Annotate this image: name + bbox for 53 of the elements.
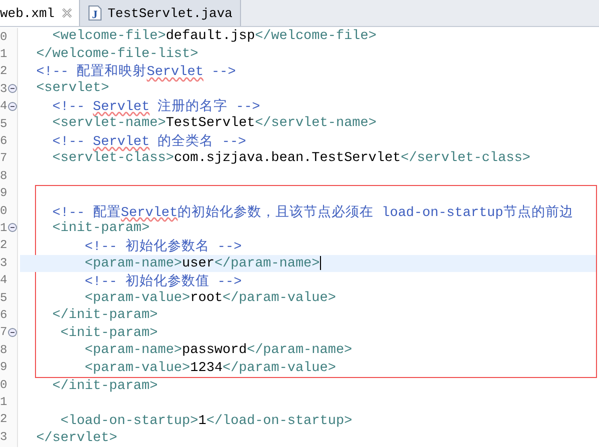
- line-number: 4: [0, 273, 8, 288]
- line-number: 1: [0, 47, 8, 62]
- close-icon[interactable]: [60, 7, 73, 19]
- code-line: <welcome-file>default.jsp</welcome-file>: [51, 29, 376, 44]
- line-number: 7: [0, 151, 8, 166]
- line-number: 1: [0, 220, 8, 235]
- collapse-icon[interactable]: [8, 102, 18, 111]
- line-number: 5: [0, 290, 8, 305]
- line-number: 7: [0, 325, 8, 340]
- code-line: </servlet>: [35, 431, 118, 446]
- line-number: 3: [0, 430, 8, 444]
- code-line: <init-param>: [51, 221, 150, 236]
- line-number: 0: [0, 378, 8, 392]
- code-line: <servlet>: [35, 81, 110, 96]
- code-line: <load-on-startup>1</load-on-startup>: [60, 414, 352, 429]
- editor-tab[interactable]: web.xml: [0, 0, 80, 26]
- collapse-icon[interactable]: [8, 84, 18, 94]
- code-line: <!-- 初始化参数名 -->: [84, 238, 242, 256]
- code-line: </welcome-file-list>: [35, 46, 198, 62]
- line-number: 6: [0, 308, 8, 322]
- line-number: 3: [0, 256, 8, 270]
- code-line: <servlet-class>com.sjzjava.bean.TestServlet</servlet-class>: [51, 150, 530, 166]
- line-number: 2: [0, 238, 8, 252]
- code-line: <param-name>user</param-name>: [84, 256, 321, 272]
- code-line: <param-name>password</param-name>: [84, 343, 352, 358]
- code-line: <!-- 初始化参数值 -->: [84, 272, 242, 290]
- line-number: 5: [0, 116, 8, 131]
- line-number: 4: [0, 99, 8, 114]
- code-line: <!-- Servlet 注册的名字 -->: [51, 98, 260, 116]
- code-line: <!-- 配置和映射Servlet -->: [35, 63, 236, 80]
- line-number: 0: [0, 30, 8, 44]
- code-line: </init-param>: [51, 379, 158, 394]
- line-number: 8: [0, 168, 8, 183]
- line-number: 1: [0, 394, 8, 409]
- line-number: 2: [0, 412, 8, 426]
- code-line: <!-- 配置Servlet的初始化参数，且该节点必须在 load-on-startup节点的前边: [51, 204, 574, 221]
- collapse-icon[interactable]: [8, 328, 18, 337]
- java-file-icon: J: [88, 5, 102, 21]
- code-line: <param-value>root</param-value>: [84, 291, 336, 306]
- code-line: <!-- Servlet 的全类名 -->: [51, 133, 246, 150]
- line-number: 6: [0, 134, 8, 148]
- line-number: 3: [0, 82, 8, 96]
- line-number: 2: [0, 64, 8, 78]
- line-number: 8: [0, 342, 8, 357]
- collapse-icon[interactable]: [8, 223, 18, 232]
- editor-tab[interactable]: J TestServlet.java: [80, 0, 242, 26]
- code-line: <servlet-name>TestServlet</servlet-name>: [51, 116, 376, 132]
- code-line: </init-param>: [51, 308, 158, 324]
- line-number: 9: [0, 186, 8, 200]
- code-line: <param-value>1234</param-value>: [84, 360, 336, 376]
- code-line: <init-param>: [60, 326, 158, 341]
- line-number: 9: [0, 360, 8, 374]
- line-number: 0: [0, 204, 8, 218]
